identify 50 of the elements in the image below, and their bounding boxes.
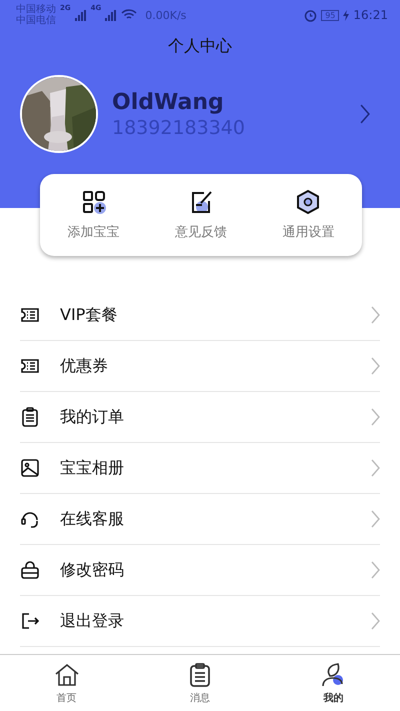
tab-item[interactable]: 首页 xyxy=(0,655,134,711)
settings-icon xyxy=(295,189,322,215)
network-speed: 0.00K/s xyxy=(145,8,186,22)
menu-label: 宝宝相册 xyxy=(60,458,125,478)
chevron-right-icon xyxy=(371,357,380,375)
menu-label: 在线客服 xyxy=(60,508,125,530)
ticket-icon xyxy=(20,305,40,325)
shortcut-button[interactable]: 通用设置 xyxy=(254,174,362,256)
home-icon xyxy=(54,662,80,688)
shortcut-button[interactable]: 添加宝宝 xyxy=(40,174,148,256)
carrier-name: 中国移动 xyxy=(16,4,56,15)
battery-level: 95 xyxy=(321,10,340,20)
menu-item[interactable]: 优惠券 xyxy=(20,341,380,392)
charging-icon xyxy=(343,10,350,20)
signal-icon xyxy=(105,10,118,20)
menu-item[interactable]: VIP套餐 xyxy=(20,290,380,341)
menu-label: 修改密码 xyxy=(60,560,125,580)
image-icon xyxy=(20,458,40,478)
carrier-name: 中国电信 xyxy=(16,15,56,26)
menu-item[interactable]: 在线客服 xyxy=(20,494,380,545)
tab-item[interactable]: 消息 xyxy=(133,655,267,711)
tab-item[interactable]: 我的 xyxy=(266,655,400,711)
headset-icon xyxy=(20,509,40,529)
menu-item[interactable]: 宝宝相册 xyxy=(20,443,380,494)
chevron-right-icon xyxy=(371,408,380,426)
menu-item[interactable]: 修改密码 xyxy=(20,545,380,596)
user-name: OldWang xyxy=(112,90,225,114)
menu-label: 优惠券 xyxy=(60,356,109,376)
logout-icon xyxy=(20,611,40,631)
alarm-icon xyxy=(304,8,318,22)
chevron-right-icon xyxy=(371,561,380,579)
ticket-icon xyxy=(20,356,40,376)
menu-item[interactable]: 退出登录 xyxy=(20,596,380,647)
grid-plus-icon xyxy=(80,189,107,215)
chevron-right-icon xyxy=(371,510,380,528)
clock-time: 16:21 xyxy=(353,8,388,22)
wifi-icon xyxy=(121,9,138,21)
chevron-right-icon xyxy=(371,306,380,324)
menu-item[interactable]: 我的订单 xyxy=(20,392,380,443)
signal-icon xyxy=(74,10,87,20)
lock-icon xyxy=(20,560,40,580)
chevron-right-icon xyxy=(360,104,370,124)
menu-label: 我的订单 xyxy=(60,406,125,428)
clipboard-icon xyxy=(20,407,40,427)
shortcut-button[interactable]: 意见反馈 xyxy=(147,174,255,256)
chevron-right-icon xyxy=(371,459,380,477)
menu-label: VIP套餐 xyxy=(60,304,118,326)
chevron-right-icon xyxy=(371,612,380,630)
page-title: 个人中心 xyxy=(167,36,233,57)
menu-label: 退出登录 xyxy=(60,610,125,632)
